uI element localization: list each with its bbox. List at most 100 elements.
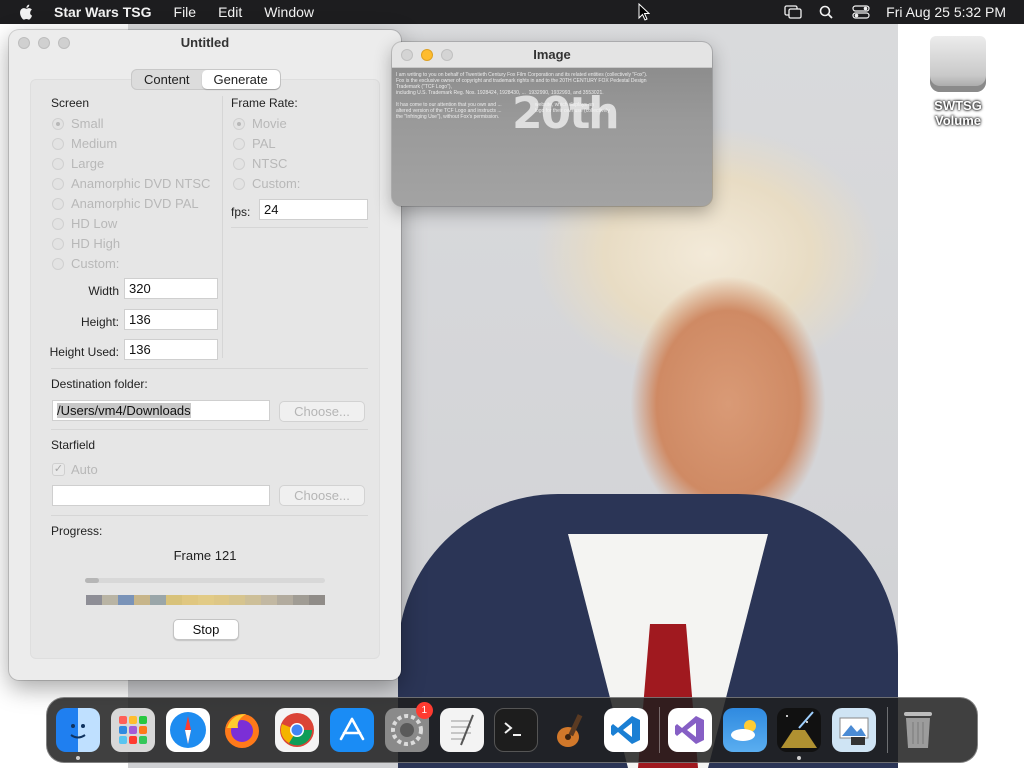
edit-menu[interactable]: Edit xyxy=(218,4,242,20)
menu-bar-clock[interactable]: Fri Aug 25 5:32 PM xyxy=(886,4,1006,20)
screen-mirroring-icon[interactable] xyxy=(784,5,802,19)
trash-icon[interactable] xyxy=(896,708,940,752)
spotlight-search-icon[interactable] xyxy=(818,5,836,19)
radio-label: Custom: xyxy=(71,256,120,271)
radio-icon xyxy=(52,177,64,190)
system-settings-icon[interactable]: 1 xyxy=(384,702,433,752)
destination-folder-label: Destination folder: xyxy=(51,377,148,391)
frame-rate-radio-ntsc[interactable]: NTSC xyxy=(233,156,287,171)
fps-label: fps: xyxy=(231,205,251,219)
zoom-button[interactable] xyxy=(58,37,70,49)
fps-field[interactable]: 24 xyxy=(259,199,368,220)
window-menu[interactable]: Window xyxy=(264,4,314,20)
image-preview: I am writing to you on behalf of Twentie… xyxy=(392,68,712,206)
app-name-menu[interactable]: Star Wars TSG xyxy=(54,4,152,20)
frame-rate-radio-movie[interactable]: Movie xyxy=(233,116,287,131)
window-controls xyxy=(18,37,78,49)
radio-label: Large xyxy=(71,156,105,171)
menu-bar: Star Wars TSG File Edit Window Fri Aug 2… xyxy=(0,0,1024,24)
radio-label: NTSC xyxy=(252,156,288,171)
weather-icon[interactable] xyxy=(722,708,767,752)
desktop-volume[interactable]: SWTSG Volume xyxy=(910,36,1006,128)
screen-radio-medium[interactable]: Medium xyxy=(52,136,117,151)
frame-preview-strip xyxy=(86,595,326,605)
radio-icon xyxy=(52,157,64,170)
starfield-path-field[interactable] xyxy=(52,485,270,506)
vscode-icon[interactable] xyxy=(603,708,648,752)
apple-menu-icon[interactable] xyxy=(18,3,36,21)
close-button[interactable] xyxy=(18,37,30,49)
tab-bar: Content Generate xyxy=(131,69,281,90)
destination-path: /Users/vm4/Downloads xyxy=(57,403,191,418)
app-store-icon[interactable] xyxy=(329,708,374,752)
destination-folder-field[interactable]: /Users/vm4/Downloads xyxy=(52,400,270,421)
firefox-icon[interactable] xyxy=(220,708,264,752)
radio-label: Movie xyxy=(252,116,287,131)
image-window-title: Image xyxy=(533,47,571,62)
visual-studio-icon[interactable] xyxy=(667,708,712,752)
chrome-icon[interactable] xyxy=(275,708,320,752)
terminal-icon[interactable] xyxy=(494,708,539,752)
radio-label: Anamorphic DVD PAL xyxy=(71,196,199,211)
height-used-field[interactable]: 136 xyxy=(124,339,218,360)
screen-radio-large[interactable]: Large xyxy=(52,156,104,171)
screen-radio-custom[interactable]: Custom: xyxy=(52,256,119,271)
frame-rate-radio-custom[interactable]: Custom: xyxy=(233,176,300,191)
minimize-button[interactable] xyxy=(38,37,50,49)
window-title: Untitled xyxy=(180,35,230,50)
notification-badge: 1 xyxy=(415,702,433,719)
safari-icon[interactable] xyxy=(165,708,210,752)
radio-icon xyxy=(52,197,64,210)
starfield-auto-checkbox[interactable]: ✓ Auto xyxy=(52,462,98,477)
radio-icon xyxy=(52,217,64,230)
finder-icon[interactable] xyxy=(56,708,100,760)
destination-choose-button[interactable]: Choose... xyxy=(279,401,365,422)
star-wars-tsg-icon[interactable] xyxy=(777,708,822,760)
height-used-label: Height Used: xyxy=(49,345,119,359)
main-window-titlebar[interactable]: Untitled xyxy=(9,30,401,56)
column-divider xyxy=(222,96,223,358)
radio-icon xyxy=(52,237,64,250)
height-field[interactable]: 136 xyxy=(124,309,218,330)
textedit-icon[interactable] xyxy=(439,708,484,752)
radio-selected-icon xyxy=(233,117,245,130)
tab-generate[interactable]: Generate xyxy=(201,70,280,89)
desktop-background-right xyxy=(898,24,1024,768)
image-window-titlebar[interactable]: Image xyxy=(392,42,712,68)
running-indicator xyxy=(76,756,80,760)
screen-label: Screen xyxy=(51,96,90,110)
radio-icon xyxy=(233,157,245,170)
close-button[interactable] xyxy=(401,49,413,61)
radio-label: Custom: xyxy=(252,176,301,191)
radio-label: PAL xyxy=(252,136,276,151)
progress-status: Frame 121 xyxy=(173,548,237,563)
minimize-button[interactable] xyxy=(421,49,433,61)
preview-icon[interactable] xyxy=(832,708,877,752)
starfield-choose-button[interactable]: Choose... xyxy=(279,485,365,506)
radio-icon xyxy=(52,257,64,270)
screen-radio-small[interactable]: Small xyxy=(52,116,104,131)
radio-label: HD Low xyxy=(71,216,118,231)
width-field[interactable]: 320 xyxy=(124,278,218,299)
tab-content[interactable]: Content xyxy=(132,70,202,89)
checkmark-icon: ✓ xyxy=(52,463,65,476)
section-divider xyxy=(51,515,368,516)
window-controls xyxy=(401,49,461,61)
volume-label[interactable]: SWTSG Volume xyxy=(910,98,1006,128)
progress-bar xyxy=(85,578,325,583)
frame-rate-radio-pal[interactable]: PAL xyxy=(233,136,276,151)
control-center-icon[interactable] xyxy=(852,5,870,19)
screen-radio-anamorphic-ntsc[interactable]: Anamorphic DVD NTSC xyxy=(52,176,210,191)
dock-separator xyxy=(886,707,888,753)
stop-button[interactable]: Stop xyxy=(173,619,239,640)
garageband-icon[interactable] xyxy=(549,708,593,752)
screen-radio-hd-high[interactable]: HD High xyxy=(52,236,120,251)
dock: 1 xyxy=(46,697,978,763)
launchpad-icon[interactable] xyxy=(110,708,155,752)
screen-radio-hd-low[interactable]: HD Low xyxy=(52,216,117,231)
disk-volume-icon[interactable] xyxy=(930,36,986,92)
file-menu[interactable]: File xyxy=(174,4,197,20)
zoom-button[interactable] xyxy=(441,49,453,61)
screen-radio-anamorphic-pal[interactable]: Anamorphic DVD PAL xyxy=(52,196,199,211)
radio-label: HD High xyxy=(71,236,121,251)
